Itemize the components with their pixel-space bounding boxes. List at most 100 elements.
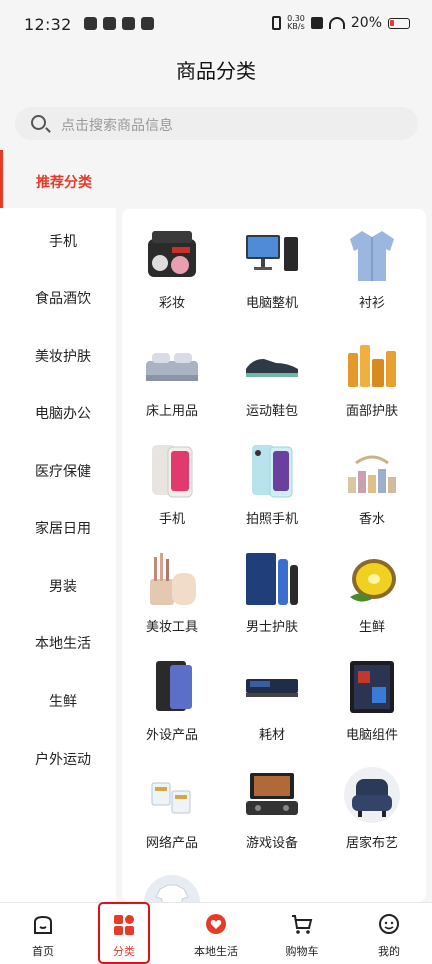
category-label: 衬衫 bbox=[358, 296, 385, 311]
bedding-icon bbox=[146, 353, 198, 381]
category-item-peripherals[interactable]: 外设产品 bbox=[122, 641, 222, 749]
status-time: 12:32 bbox=[24, 15, 72, 34]
category-label: 香水 bbox=[358, 512, 385, 527]
category-item-desktop[interactable]: 电脑整机 bbox=[222, 209, 322, 317]
category-label: 面部护肤 bbox=[345, 404, 398, 419]
bottom-nav: 首页 分类 本地生活 购物车 我的 bbox=[0, 902, 432, 964]
nav-profile[interactable]: 我的 bbox=[346, 903, 432, 964]
desktop-computer-icon bbox=[246, 235, 298, 271]
sidebar-selected-label: 推荐分类 bbox=[36, 175, 92, 191]
category-label: 男士护肤 bbox=[245, 620, 298, 635]
page-title: 商品分类 bbox=[176, 59, 256, 83]
nav-label: 我的 bbox=[378, 945, 400, 958]
network-speed: 0.30 KB/s bbox=[287, 15, 305, 31]
network-connector-icon bbox=[151, 782, 191, 814]
status-right: 0.30 KB/s 20% bbox=[272, 15, 410, 31]
category-label: 网络产品 bbox=[145, 836, 198, 851]
category-item-phone[interactable]: 手机 bbox=[122, 425, 222, 533]
game-console-icon bbox=[246, 773, 298, 815]
nav-label: 首页 bbox=[32, 945, 54, 958]
vibrate-icon bbox=[272, 16, 282, 30]
category-item-face-care[interactable]: 面部护肤 bbox=[322, 317, 422, 425]
camera-phone-icon bbox=[252, 445, 293, 498]
category-label: 生鲜 bbox=[358, 620, 385, 635]
pc-case-icon bbox=[350, 661, 394, 713]
category-item-makeup-tools[interactable]: 美妆工具 bbox=[122, 533, 222, 641]
sidebar-item-computer-office[interactable]: 电脑办公 bbox=[0, 403, 126, 423]
sidebar-item-household[interactable]: 家居日用 bbox=[0, 518, 126, 538]
category-item-gaming[interactable]: 游戏设备 bbox=[222, 749, 322, 857]
wifi-icon bbox=[328, 17, 345, 29]
cart-icon bbox=[292, 915, 313, 934]
category-label: 居家布艺 bbox=[345, 836, 398, 851]
tshirt-icon bbox=[144, 875, 200, 902]
category-item-consumables[interactable]: 耗材 bbox=[222, 641, 322, 749]
notification-icons bbox=[84, 17, 154, 30]
sidebar-item-food-drink[interactable]: 食品酒饮 bbox=[0, 288, 126, 308]
nav-local-life[interactable]: 本地生活 bbox=[173, 903, 259, 964]
category-item-makeup[interactable]: 彩妆 bbox=[122, 209, 222, 317]
category-label: 彩妆 bbox=[158, 296, 185, 311]
category-item-network[interactable]: 网络产品 bbox=[122, 749, 222, 857]
category-label: 电脑组件 bbox=[345, 728, 398, 743]
battery-percent: 20% bbox=[350, 15, 382, 31]
nav-home[interactable]: 首页 bbox=[0, 903, 86, 964]
category-item-bedding[interactable]: 床上用品 bbox=[122, 317, 222, 425]
category-item-mens-skincare[interactable]: 男士护肤 bbox=[222, 533, 322, 641]
category-grid: 彩妆 电脑整机 衬衫 床上用品 运动鞋包 面部护肤 手机 拍照手机 香水 美妆工… bbox=[122, 209, 426, 902]
category-item-pc-components[interactable]: 电脑组件 bbox=[322, 641, 422, 749]
sidebar-item-local-life[interactable]: 本地生活 bbox=[0, 633, 126, 653]
category-item-home-textiles[interactable]: 居家布艺 bbox=[322, 749, 422, 857]
mens-skincare-icon bbox=[246, 553, 298, 605]
tiktok-notification-icon bbox=[122, 17, 135, 30]
home-icon bbox=[34, 915, 52, 934]
toner-cartridge-icon bbox=[246, 679, 298, 697]
sidebar-item-beauty[interactable]: 美妆护肤 bbox=[0, 346, 126, 366]
shirt-icon bbox=[350, 231, 394, 281]
perfume-icon bbox=[348, 455, 396, 493]
active-tab-highlight bbox=[98, 902, 150, 964]
makeup-case-icon bbox=[148, 231, 196, 277]
nav-label: 购物车 bbox=[285, 945, 319, 958]
status-bar: 12:32 0.30 KB/s 20% bbox=[0, 0, 432, 50]
category-item-clothing-partial[interactable] bbox=[122, 857, 222, 902]
category-item-sneakers[interactable]: 运动鞋包 bbox=[222, 317, 322, 425]
sneaker-icon bbox=[246, 359, 298, 377]
category-item-shirt[interactable]: 衬衫 bbox=[322, 209, 422, 317]
category-label: 游戏设备 bbox=[245, 836, 298, 851]
nav-cart[interactable]: 购物车 bbox=[259, 903, 345, 964]
sidebar-item-outdoor[interactable]: 户外运动 bbox=[0, 749, 126, 769]
armchair-icon bbox=[344, 767, 400, 823]
category-label: 外设产品 bbox=[145, 728, 198, 743]
kiwi-fruit-icon bbox=[350, 559, 396, 602]
category-label: 手机 bbox=[158, 512, 185, 527]
profile-icon bbox=[379, 914, 399, 934]
no-sim-icon bbox=[310, 17, 323, 29]
search-input[interactable]: 点击搜索商品信息 bbox=[15, 107, 418, 140]
search-icon bbox=[31, 115, 46, 130]
category-label: 拍照手机 bbox=[245, 512, 298, 527]
category-label: 电脑整机 bbox=[245, 296, 298, 311]
category-item-camera-phone[interactable]: 拍照手机 bbox=[222, 425, 322, 533]
category-label: 耗材 bbox=[258, 728, 285, 743]
sidebar-item-menswear[interactable]: 男装 bbox=[0, 576, 126, 596]
skincare-bottles-icon bbox=[348, 345, 396, 387]
mail-notification-icon bbox=[103, 17, 116, 30]
app-notification-icon bbox=[84, 17, 97, 30]
battery-icon bbox=[388, 17, 410, 29]
sidebar-item-healthcare[interactable]: 医疗保健 bbox=[0, 461, 126, 481]
phone-icon bbox=[152, 445, 193, 498]
category-item-perfume[interactable]: 香水 bbox=[322, 425, 422, 533]
category-item-fresh[interactable]: 生鲜 bbox=[322, 533, 422, 641]
category-label: 运动鞋包 bbox=[245, 404, 298, 419]
search-placeholder: 点击搜索商品信息 bbox=[61, 118, 173, 134]
category-label: 美妆工具 bbox=[145, 620, 198, 635]
nav-label: 本地生活 bbox=[194, 945, 238, 958]
sidebar-item-fresh[interactable]: 生鲜 bbox=[0, 691, 126, 711]
category-label: 床上用品 bbox=[145, 404, 198, 419]
tablet-case-icon bbox=[156, 661, 192, 711]
net-speed-unit: KB/s bbox=[287, 22, 305, 31]
sidebar-item-recommended[interactable]: 推荐分类 bbox=[0, 150, 116, 208]
local-life-heart-icon bbox=[206, 914, 226, 934]
sidebar-item-phone[interactable]: 手机 bbox=[0, 231, 126, 251]
